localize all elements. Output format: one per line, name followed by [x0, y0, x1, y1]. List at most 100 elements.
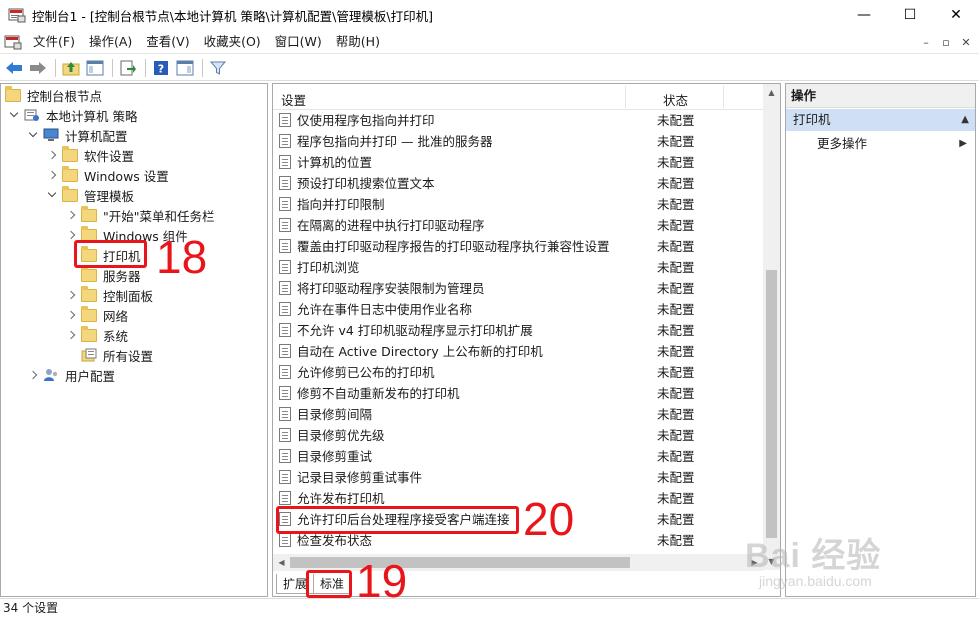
tree-node-servers[interactable]: 服务器 [81, 265, 141, 285]
tree-node-label: 计算机配置 [65, 128, 128, 144]
expand-chevron-icon[interactable] [66, 330, 76, 340]
more-actions-label: 更多操作 [817, 136, 868, 151]
list-item[interactable]: 允许发布打印机 未配置 [273, 487, 763, 508]
tree-node-start-menu[interactable]: "开始"菜单和任务栏 [66, 205, 215, 225]
policy-setting-icon [279, 343, 291, 358]
list-item[interactable]: 修剪不自动重新发布的打印机 未配置 [273, 382, 763, 403]
watermark-main-text: Bai 经验 [745, 537, 882, 575]
tree-node-control-panel[interactable]: 控制面板 [66, 285, 153, 305]
tree-node-computer-config[interactable]: 计算机配置 [28, 125, 128, 145]
policy-setting-icon [279, 532, 291, 547]
mdi-close-button[interactable]: ✕ [957, 33, 975, 51]
tree-node-label: 本地计算机 策略 [46, 108, 138, 124]
policy-setting-icon [279, 427, 291, 442]
list-item[interactable]: 允许修剪已公布的打印机 未配置 [273, 361, 763, 382]
tree-node-windows-settings[interactable]: Windows 设置 [47, 165, 169, 185]
list-item[interactable]: 程序包指向并打印 — 批准的服务器 未配置 [273, 130, 763, 151]
up-folder-icon[interactable] [60, 57, 82, 79]
column-divider[interactable] [625, 86, 626, 108]
list-item[interactable]: 仅使用程序包指向并打印 未配置 [273, 109, 763, 130]
filter-icon[interactable] [207, 57, 229, 79]
show-hide-action-pane-icon[interactable] [174, 57, 196, 79]
folder-icon [81, 205, 97, 222]
expand-chevron-icon[interactable] [47, 170, 57, 180]
mdi-minimize-button[interactable]: – [917, 33, 935, 51]
list-item[interactable]: 允许在事件日志中使用作业名称 未配置 [273, 298, 763, 319]
column-divider[interactable] [723, 86, 724, 108]
menu-help[interactable]: 帮助(H) [329, 31, 387, 53]
list-item[interactable]: 指向并打印限制 未配置 [273, 193, 763, 214]
menu-action[interactable]: 操作(A) [82, 31, 139, 53]
column-header-state[interactable]: 状态 [663, 90, 688, 109]
expand-chevron-icon[interactable] [47, 150, 57, 160]
forward-arrow-icon[interactable] [27, 57, 49, 79]
collapse-chevron-icon[interactable] [47, 190, 57, 200]
tree-node-system[interactable]: 系统 [66, 325, 128, 345]
folder-icon [81, 305, 97, 322]
menu-window[interactable]: 窗口(W) [268, 31, 329, 53]
tree-node-admin-templates[interactable]: 管理模板 [47, 185, 134, 205]
list-item[interactable]: 目录修剪间隔 未配置 [273, 403, 763, 424]
expand-chevron-icon[interactable] [66, 210, 76, 220]
tree-node-network[interactable]: 网络 [66, 305, 128, 325]
horizontal-scroll-thumb[interactable] [290, 557, 630, 568]
tree-node-local-policy[interactable]: 本地计算机 策略 [9, 105, 137, 125]
policy-setting-icon [279, 448, 291, 463]
actions-section-label: 打印机 [793, 112, 831, 127]
expand-chevron-icon[interactable] [66, 230, 76, 240]
list-item[interactable]: 打印机浏览 未配置 [273, 256, 763, 277]
list-item[interactable]: 计算机的位置 未配置 [273, 151, 763, 172]
toolbar-divider [202, 58, 203, 77]
annotation-number-18: 18 [156, 231, 208, 283]
minimize-button[interactable]: — [841, 0, 887, 30]
list-item[interactable]: 在隔离的进程中执行打印驱动程序 未配置 [273, 214, 763, 235]
actions-section-printers[interactable]: 打印机 ▲ [786, 109, 975, 131]
more-actions-item[interactable]: 更多操作 ▶ [817, 134, 967, 154]
list-item[interactable]: 自动在 Active Directory 上公布新的打印机 未配置 [273, 340, 763, 361]
help-icon[interactable]: ? [150, 57, 172, 79]
expand-chevron-icon[interactable] [66, 310, 76, 320]
list-item[interactable]: 记录目录修剪重试事件 未配置 [273, 466, 763, 487]
scroll-left-icon[interactable]: ◀ [273, 554, 290, 571]
list-item[interactable]: 不允许 v4 打印机驱动程序显示打印机扩展 未配置 [273, 319, 763, 340]
back-arrow-icon[interactable] [3, 57, 25, 79]
tree-node-label: 网络 [103, 308, 129, 324]
collapse-chevron-icon[interactable] [9, 110, 19, 120]
export-list-icon[interactable] [117, 57, 139, 79]
tree-node-root[interactable]: 控制台根节点 [5, 85, 102, 105]
collapse-up-icon[interactable]: ▲ [961, 109, 969, 131]
vertical-scrollbar[interactable]: ▲ ▼ [763, 84, 780, 570]
menu-favorites[interactable]: 收藏夹(O) [197, 31, 268, 53]
console-menu-icon[interactable] [4, 33, 22, 51]
mmc-console-icon[interactable] [8, 6, 26, 24]
tree-node-user-config[interactable]: 用户配置 [28, 365, 115, 385]
expand-chevron-icon[interactable] [66, 290, 76, 300]
vertical-scroll-thumb[interactable] [766, 270, 777, 538]
expand-chevron-icon[interactable] [28, 370, 38, 380]
show-hide-tree-icon[interactable] [84, 57, 106, 79]
column-header-setting[interactable]: 设置 [281, 90, 306, 109]
horizontal-scrollbar[interactable]: ◀ ▶ [273, 554, 763, 571]
tree-node-software-settings[interactable]: 软件设置 [47, 145, 134, 165]
submenu-arrow-icon: ▶ [959, 138, 967, 149]
list-item[interactable]: 将打印驱动程序安装限制为管理员 未配置 [273, 277, 763, 298]
policy-setting-icon [279, 175, 291, 190]
menu-view[interactable]: 查看(V) [139, 31, 196, 53]
collapse-chevron-icon[interactable] [28, 130, 38, 140]
maximize-button[interactable]: ☐ [887, 0, 933, 30]
folder-icon [5, 85, 21, 102]
list-item[interactable]: 目录修剪优先级 未配置 [273, 424, 763, 445]
folder-icon [62, 145, 78, 162]
close-button[interactable]: ✕ [933, 0, 979, 30]
tree-node-label: Windows 设置 [84, 168, 169, 184]
list-item[interactable]: 预设打印机搜索位置文本 未配置 [273, 172, 763, 193]
list-item[interactable]: 覆盖由打印驱动程序报告的打印驱动程序执行兼容性设置 未配置 [273, 235, 763, 256]
list-item[interactable]: 目录修剪重试 未配置 [273, 445, 763, 466]
policy-setting-icon [279, 406, 291, 421]
tree-node-all-settings[interactable]: 所有设置 [81, 345, 153, 365]
scroll-up-icon[interactable]: ▲ [763, 84, 780, 101]
menu-file[interactable]: 文件(F) [26, 31, 82, 53]
toolbar-divider [112, 58, 113, 77]
list-header: 设置 状态 [273, 84, 763, 110]
mdi-restore-button[interactable]: ▫ [937, 33, 955, 51]
